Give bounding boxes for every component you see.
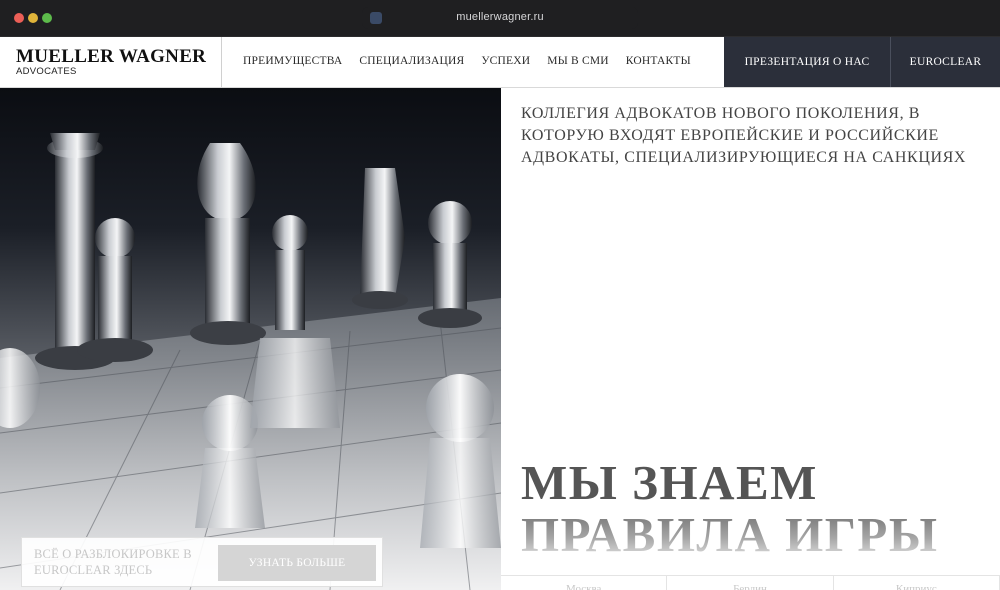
site-header: MUELLER WAGNER ADVOCATES ПРЕИМУЩЕСТВА СП… <box>0 37 1000 88</box>
office-tab[interactable]: Берлин <box>667 576 834 590</box>
minimize-window-button[interactable] <box>28 13 38 23</box>
nav-link-advantages[interactable]: ПРЕИМУЩЕСТВА <box>243 55 342 67</box>
logo-subtitle: ADVOCATES <box>16 66 77 77</box>
nav-link-successes[interactable]: УСПЕХИ <box>481 55 530 67</box>
nav-link-media[interactable]: МЫ В СМИ <box>547 55 608 67</box>
hero-headline-line2: ПРАВИЛА ИГРЫ <box>521 507 939 562</box>
nav-link-specialization[interactable]: СПЕЦИАЛИЗАЦИЯ <box>359 55 464 67</box>
hero-text-panel: КОЛЛЕГИЯ АДВОКАТОВ НОВОГО ПОКОЛЕНИЯ, В К… <box>501 88 1000 590</box>
office-tab[interactable]: Москва <box>501 576 668 590</box>
maximize-window-button[interactable] <box>42 13 52 23</box>
office-tab[interactable]: Киприус <box>834 576 1000 590</box>
hero-tagline: КОЛЛЕГИЯ АДВОКАТОВ НОВОГО ПОКОЛЕНИЯ, В К… <box>521 105 967 166</box>
hero-chess-image <box>0 88 501 590</box>
chess-pieces-illustration <box>0 133 501 590</box>
euroclear-button[interactable]: EUROCLEAR <box>890 37 1000 87</box>
learn-more-button[interactable]: УЗНАТЬ БОЛЬШЕ <box>218 545 376 581</box>
logo-name: MUELLER WAGNER <box>16 46 207 67</box>
nav-link-contacts[interactable]: КОНТАКТЫ <box>626 55 691 67</box>
hero-headline-line1: МЫ ЗНАЕМ <box>521 455 818 510</box>
close-window-button[interactable] <box>14 13 24 23</box>
address-bar[interactable]: muellerwagner.ru <box>362 7 638 29</box>
address-url: muellerwagner.ru <box>456 11 544 23</box>
office-tabs: Москва Берлин Киприус <box>501 575 1000 590</box>
euroclear-promo-box: ВСЁ О РАЗБЛОКИРОВКЕ В EUROCLEAR ЗДЕСЬ УЗ… <box>21 537 383 587</box>
main-nav: ПРЕИМУЩЕСТВА СПЕЦИАЛИЗАЦИЯ УСПЕХИ МЫ В С… <box>243 55 691 67</box>
presentation-button[interactable]: ПРЕЗЕНТАЦИЯ О НАС <box>724 37 890 87</box>
site-logo[interactable]: MUELLER WAGNER ADVOCATES <box>0 37 222 87</box>
promo-text: ВСЁ О РАЗБЛОКИРОВКЕ В EUROCLEAR ЗДЕСЬ <box>34 547 192 577</box>
browser-chrome: muellerwagner.ru <box>0 0 1000 37</box>
